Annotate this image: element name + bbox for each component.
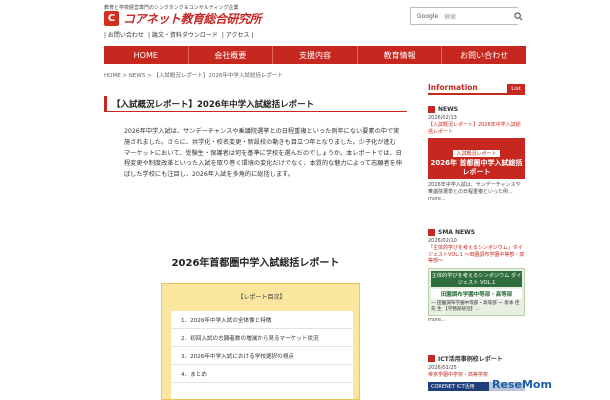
breadcrumb[interactable]: HOME > NEWS > 【入試概況レポート】2026年中学入試総括レポート xyxy=(104,71,283,79)
news-label: NEWS xyxy=(428,106,525,113)
toc-item[interactable]: 4．まとめ xyxy=(171,365,353,383)
banner-small-text: 入試概況レポート xyxy=(453,150,500,157)
sidebar-information: Information List xyxy=(428,82,525,95)
information-title: Information xyxy=(428,83,478,92)
news-excerpt: 2026年中学入試は、サンデーチャンスや乗議院選挙との日程重複といった例... xyxy=(428,182,521,195)
nav-contact[interactable]: お問い合わせ xyxy=(441,46,526,64)
news-label-text: NEWS xyxy=(438,106,459,113)
subnav-access[interactable]: | アクセス | xyxy=(222,30,254,39)
toc-list: 1．2026年中学入試の全体像と特徴 2．初回入試の志願者数の増減から見るマーケ… xyxy=(171,311,353,399)
site-logo[interactable]: C コアネット教育総合研究所 xyxy=(104,10,262,27)
more-link[interactable]: more... xyxy=(428,196,525,202)
report-heading: 2026年首都圏中学入試総括レポート xyxy=(171,258,340,269)
subnav-contact[interactable]: | お問い合わせ xyxy=(104,30,144,39)
news-link[interactable]: 【入試概況レポート】2026年中学入試総括レポート xyxy=(428,122,525,135)
search-icon xyxy=(513,11,522,20)
news-date: 2026/01/25 xyxy=(428,365,457,371)
news-link[interactable]: 「主体的学びを考えるシンポジウム」ダイジェストVOL.1 ～田園調布学園中等部・… xyxy=(428,245,525,265)
nav-company[interactable]: 会社概要 xyxy=(187,46,273,64)
subnav-download[interactable]: | 論文・資料ダウンロード xyxy=(148,30,218,39)
google-label: Google xyxy=(417,12,439,20)
toc-item[interactable]: 3．2026年中学入試における学校選択の視点 xyxy=(171,347,353,365)
sidebar-news-2: SMA NEWS 2026/02/10 「主体的学びを考えるシンポジウム」ダイジ… xyxy=(428,229,525,323)
news-square-icon xyxy=(428,229,435,236)
article-title: 【入試概況レポート】2026年中学入試総括レポート xyxy=(104,96,407,112)
logo-mark-icon: C xyxy=(104,11,119,26)
news-banner[interactable]: 入試概況レポート 2026年 首都圏中学入試総括レポート xyxy=(428,138,525,179)
nav-support[interactable]: 支援内容 xyxy=(272,46,357,64)
more-link[interactable]: more... xyxy=(428,317,525,323)
sma-banner-title: 主体的学びを考えるシンポジウム ダイジェスト VOL.1 xyxy=(431,270,522,287)
sma-banner-school: 田園調布学園中等部・高等部 xyxy=(431,288,522,299)
nav-education-info[interactable]: 教育情報 xyxy=(356,46,442,64)
sma-banner-people: 一 田園調布学園中等部・高等部 一 坂本 佳先 生 【学務部統括】… xyxy=(431,300,520,312)
toc-heading: 【レポート目次】 xyxy=(237,294,286,301)
site-header: 教育と学校経営専門のシンクタンク＆コンサルティング企業 C コアネット教育総合研… xyxy=(0,0,610,44)
news-square-icon xyxy=(428,355,435,362)
logo-text: コアネット教育総合研究所 xyxy=(123,12,262,26)
toc-item[interactable]: 2．初回入試の志願者数の増減から見るマーケット状況 xyxy=(171,329,353,347)
sma-banner[interactable]: 主体的学びを考えるシンポジウム ダイジェスト VOL.1 田園調布学園中等部・高… xyxy=(428,267,525,316)
search-input[interactable]: Google 検索 xyxy=(410,7,518,25)
list-button[interactable]: List xyxy=(507,84,525,93)
nav-home[interactable]: HOME xyxy=(104,46,188,64)
information-header: Information List xyxy=(428,82,525,95)
resemom-watermark: ReseMom xyxy=(489,378,555,391)
news-date: 2026/02/13 xyxy=(428,115,457,121)
news-date: 2026/02/10 xyxy=(428,238,457,244)
search-button[interactable] xyxy=(510,8,526,24)
news-label: SMA NEWS xyxy=(428,229,525,236)
news-label-text: ICT活用事例校レポート xyxy=(438,356,503,363)
sidebar-news-1: NEWS 2026/02/13 【入試概況レポート】2026年中学入試総括レポー… xyxy=(428,106,525,202)
article-body: 2026年中学入試は、サンデーチャンスや乗議院選挙との日程重複といった例年にない… xyxy=(124,128,402,179)
banner-big-text: 2026年 首都圏中学入試総括レポート xyxy=(430,159,523,176)
news-label-text: SMA NEWS xyxy=(438,229,476,236)
toc-item[interactable]: 1．2026年中学入試の全体像と特徴 xyxy=(171,311,353,329)
news-label: ICT活用事例校レポート xyxy=(428,354,525,363)
search-placeholder: 検索 xyxy=(444,13,457,21)
news-square-icon xyxy=(428,106,435,113)
table-of-contents: 【レポート目次】 1．2026年中学入試の全体像と特徴 2．初回入試の志願者数の… xyxy=(161,283,360,400)
sub-navigation: | お問い合わせ | 論文・資料ダウンロード | アクセス | xyxy=(104,30,257,39)
main-navigation: HOME 会社概要 支援内容 教育情報 お問い合わせ xyxy=(104,46,526,64)
